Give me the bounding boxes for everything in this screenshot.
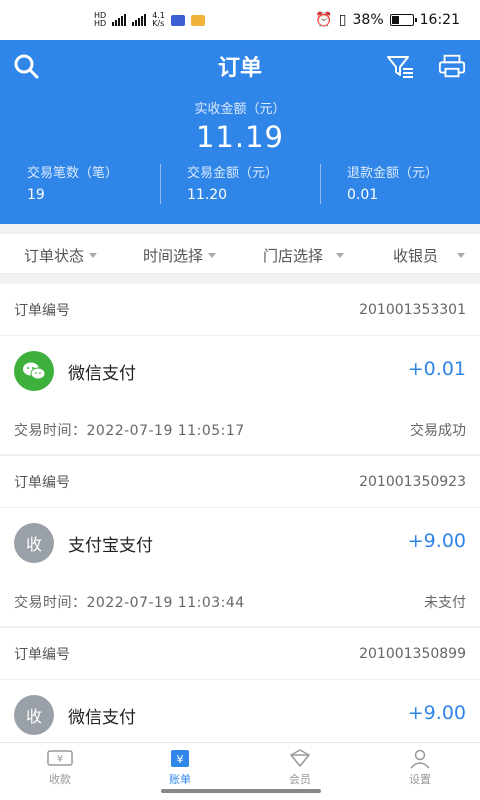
folder-notification-icon [190,14,205,26]
filter-store[interactable]: 门店选择 [263,245,345,266]
order-number-label: 订单编号 [14,474,70,491]
printer-icon[interactable] [438,52,466,80]
tab-members[interactable]: 会员 [270,749,330,787]
order-number: 201001353301 [359,301,466,318]
payment-method: 微信支付 [68,707,136,728]
network-indicator: HD HD [94,11,107,28]
stat-refund-amount: 退款金额（元） 0.01 [320,162,480,208]
filter-cashier[interactable]: 收银员 [393,245,466,266]
yen-cash-icon: ¥ [47,750,73,766]
filter-time[interactable]: 时间选择 [143,245,217,266]
signal-icon [112,14,127,26]
order-number-label: 订单编号 [14,302,70,319]
order-card[interactable]: 订单编号 201001350923 收 支付宝支付 +9.00 交易时间：202… [0,456,480,626]
caret-down-icon [208,253,217,258]
filter-bar: 订单状态 时间选择 门店选择 收银员 [0,234,480,274]
alarm-icon: ⏰ [315,12,333,28]
summary-header: 订单 实收金额（元） 11.19 交易笔数（笔） 19 交易金额（元） 11.2… [0,40,480,224]
transaction-status: 未支付 [424,595,466,611]
filter-icon[interactable] [386,52,414,80]
status-bar: HD HD 4.1 K/s ⏰ ▯ 38% 16:21 [0,0,480,40]
order-card[interactable]: 订单编号 201001353301 微信支付 +0.01 交易时间：2022-0… [0,284,480,454]
transaction-time: 交易时间：2022-07-19 11:05:17 [14,423,245,439]
status-right: ⏰ ▯ 38% 16:21 [315,12,460,28]
received-amount-value: 11.19 [195,120,285,154]
stat-transaction-count: 交易笔数（笔） 19 [27,166,119,203]
svg-text:¥: ¥ [177,753,184,766]
order-number: 201001350923 [359,473,466,490]
app-notification-icon [170,14,185,26]
payment-amount: +9.00 [407,702,466,724]
svg-text:¥: ¥ [57,754,63,765]
tab-bills[interactable]: ¥ 账单 [150,749,210,787]
payment-amount: +0.01 [407,358,466,380]
caret-down-icon [457,253,466,258]
transaction-status: 交易成功 [410,423,466,439]
caret-down-icon [89,253,98,258]
received-amount-label: 实收金额（元） [194,102,286,117]
home-indicator[interactable] [161,789,321,793]
order-card[interactable]: 订单编号 201001350899 收 微信支付 +9.00 [0,628,480,742]
payment-method: 支付宝支付 [68,535,153,556]
user-settings-icon [410,749,430,769]
tab-settings[interactable]: 设置 [390,749,450,787]
filter-order-status[interactable]: 订单状态 [24,245,98,266]
payment-amount: +9.00 [407,530,466,552]
battery-icon [389,14,417,26]
clock: 16:21 [419,12,460,28]
status-left: HD HD 4.1 K/s [94,12,205,28]
tab-collect[interactable]: ¥ 收款 [30,749,90,787]
transaction-time: 交易时间：2022-07-19 11:03:44 [14,595,245,611]
wechat-pay-icon [14,351,54,391]
order-number-label: 订单编号 [14,646,70,663]
stats-row: 交易笔数（笔） 19 交易金额（元） 11.20 退款金额（元） 0.01 [0,162,480,208]
vibrate-icon: ▯ [338,12,347,28]
order-number: 201001350899 [359,645,466,662]
member-icon [290,749,310,767]
network-speed: 4.1 K/s [152,11,165,28]
receipt-icon: 收 [14,695,54,735]
bill-icon: ¥ [171,750,189,767]
payment-method: 微信支付 [68,363,136,384]
receipt-icon: 收 [14,523,54,563]
caret-down-icon [336,253,345,258]
stat-transaction-amount: 交易金额（元） 11.20 [160,162,320,208]
battery-percent: 38% [352,12,384,28]
signal-icon-2 [132,14,147,26]
